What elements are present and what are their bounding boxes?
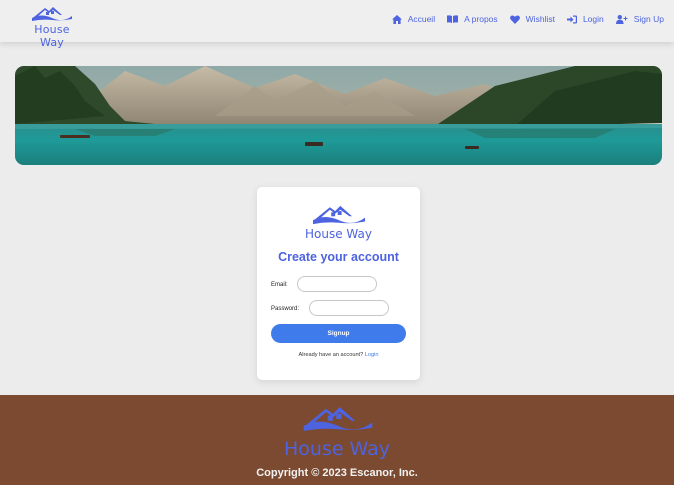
email-label: Email: — [271, 282, 288, 288]
email-field[interactable] — [297, 276, 377, 292]
nav-item-sign-up[interactable]: Sign Up — [615, 14, 664, 24]
nav-item-a-propos[interactable]: A propos — [447, 14, 498, 24]
login-icon — [566, 15, 577, 23]
house-wave-logo-icon — [313, 205, 365, 225]
heart-icon — [509, 14, 520, 24]
nav-menu: Accueil A propos Wishlist Login Sign Up — [380, 14, 664, 24]
brand-logo[interactable]: House Way — [22, 4, 82, 49]
book-icon — [447, 15, 459, 23]
house-wave-logo-icon — [32, 7, 72, 21]
brand-name: House Way — [34, 23, 70, 49]
login-prompt: Already have an account? Login — [257, 352, 420, 358]
nav-item-login[interactable]: Login — [566, 14, 604, 24]
nav-label: Login — [582, 14, 604, 24]
login-prompt-text: Already have an account? — [298, 352, 364, 358]
nav-label: Wishlist — [525, 14, 555, 24]
footer-copyright: Copyright © 2023 Escanor, Inc. — [256, 467, 418, 479]
password-label: Password: — [271, 306, 300, 312]
nav-label: Accueil — [407, 14, 436, 24]
card-brand-name: House Way — [305, 227, 372, 241]
house-wave-logo-icon — [303, 407, 373, 431]
signup-card: House Way Create your account Email: Pas… — [257, 187, 420, 380]
signup-button[interactable]: Signup — [271, 324, 406, 343]
nav-item-wishlist[interactable]: Wishlist — [509, 14, 555, 24]
nav-label: A propos — [464, 14, 498, 24]
footer-brand-name: House Way — [283, 438, 391, 460]
login-link[interactable]: Login — [365, 352, 379, 358]
navbar: House Way Accueil A propos Wishlist Logi… — [0, 0, 674, 49]
footer: House Way Copyright © 2023 Escanor, Inc. — [0, 395, 674, 485]
nav-item-accueil[interactable]: Accueil — [391, 14, 436, 24]
home-icon — [391, 14, 402, 24]
password-field[interactable] — [309, 300, 389, 316]
form-title: Create your account — [278, 250, 399, 264]
user-plus-icon — [615, 14, 628, 24]
hero-banner-image — [15, 66, 662, 165]
nav-label: Sign Up — [633, 14, 664, 24]
